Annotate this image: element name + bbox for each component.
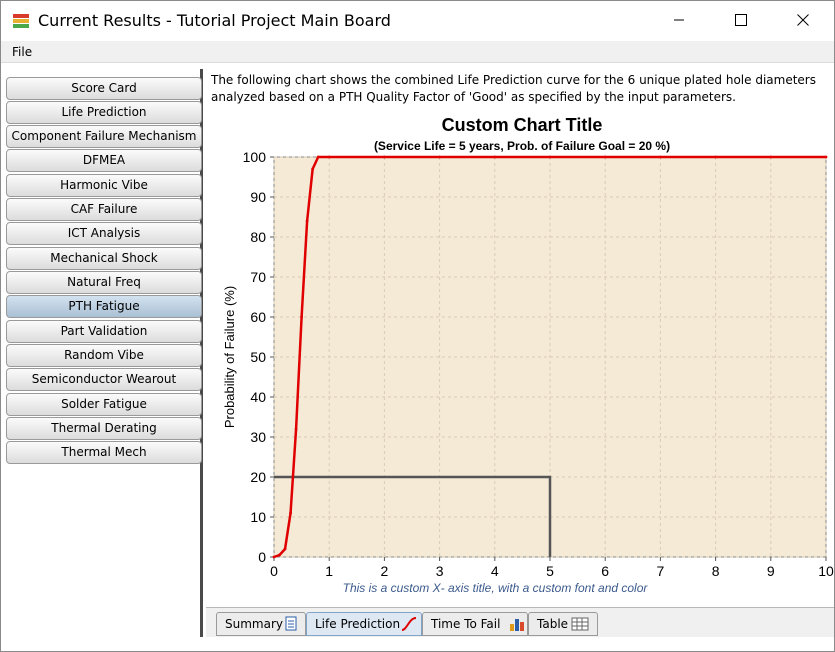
y-tick-label: 70: [250, 269, 266, 285]
sidebar-item-natural-freq[interactable]: Natural Freq: [6, 271, 202, 294]
table-grid-icon: [571, 616, 589, 639]
data-point: [294, 427, 298, 431]
x-tick-label: 7: [657, 563, 665, 579]
y-tick-label: 40: [250, 389, 266, 405]
y-tick-label: 20: [250, 469, 266, 485]
data-point: [289, 511, 292, 515]
sidebar-item-solder-fatigue[interactable]: Solder Fatigue: [6, 393, 202, 416]
tab-time-to-fail-label: Time To Fail: [431, 617, 501, 631]
menu-bar: File: [1, 41, 834, 63]
data-point: [316, 155, 320, 159]
y-tick-label: 60: [250, 309, 266, 325]
data-point: [438, 155, 441, 159]
data-point: [278, 553, 281, 557]
x-tick-label: 6: [601, 563, 609, 579]
sidebar-item-component-failure-mechanism[interactable]: Component Failure Mechanism: [6, 125, 202, 148]
app-icon: [13, 13, 29, 29]
y-tick-label: 10: [250, 509, 266, 525]
sidebar-item-thermal-mech[interactable]: Thermal Mech: [6, 441, 202, 464]
chart-title: Custom Chart Title: [442, 115, 603, 135]
data-point: [300, 315, 303, 319]
sidebar-item-ict-analysis[interactable]: ICT Analysis: [6, 222, 202, 245]
menu-file[interactable]: File: [12, 45, 32, 59]
sidebar-item-life-prediction[interactable]: Life Prediction: [6, 101, 202, 124]
window-title: Current Results - Tutorial Project Main …: [38, 11, 391, 30]
close-icon: [797, 13, 809, 29]
summary-document-icon: [283, 616, 299, 639]
data-point: [769, 155, 773, 159]
sidebar-item-random-vibe[interactable]: Random Vibe: [6, 344, 202, 367]
tab-summary[interactable]: Summary: [216, 612, 306, 636]
data-point: [311, 167, 315, 171]
life-prediction-chart: Custom Chart Title (Service Life = 5 yea…: [222, 115, 834, 595]
x-tick-label: 9: [767, 563, 775, 579]
data-point: [548, 155, 552, 159]
x-tick-label: 3: [436, 563, 444, 579]
x-tick-label: 8: [712, 563, 720, 579]
sidebar: Score Card Life Prediction Component Fai…: [1, 69, 203, 637]
results-window: Current Results - Tutorial Project Main …: [0, 0, 835, 652]
results-content: The following chart shows the combined L…: [206, 69, 834, 609]
data-point: [824, 155, 828, 159]
y-tick-label: 90: [250, 189, 266, 205]
x-axis-ticks: 0 1 2 3 4 5 6 7 8 9 10: [270, 557, 834, 579]
y-tick-label: 30: [250, 429, 266, 445]
sidebar-item-mechanical-shock[interactable]: Mechanical Shock: [6, 247, 202, 270]
title-bar[interactable]: Current Results - Tutorial Project Main …: [1, 1, 834, 41]
sidebar-item-semiconductor-wearout[interactable]: Semiconductor Wearout: [6, 368, 202, 391]
tab-life-prediction-label: Life Prediction: [315, 617, 401, 631]
maximize-icon: [735, 13, 747, 29]
x-tick-label: 2: [381, 563, 389, 579]
y-tick-label: 80: [250, 229, 266, 245]
chart-subtitle: (Service Life = 5 years, Prob. of Failur…: [374, 139, 670, 153]
sidebar-item-dfmea[interactable]: DFMEA: [6, 149, 202, 172]
sidebar-item-score-card[interactable]: Score Card: [6, 77, 202, 100]
x-tick-label: 5: [546, 563, 554, 579]
sidebar-item-part-validation[interactable]: Part Validation: [6, 320, 202, 343]
data-point: [383, 155, 386, 159]
y-tick-label: 50: [250, 349, 266, 365]
x-tick-label: 1: [325, 563, 333, 579]
curve-icon: [401, 616, 417, 639]
data-point: [659, 155, 662, 159]
maximize-button[interactable]: [718, 1, 764, 41]
data-point: [305, 219, 309, 223]
data-point: [714, 155, 717, 159]
sidebar-item-thermal-derating[interactable]: Thermal Derating: [6, 417, 202, 440]
data-point: [283, 547, 287, 551]
tab-table[interactable]: Table: [528, 612, 598, 636]
data-point: [327, 155, 331, 159]
tab-life-prediction[interactable]: Life Prediction: [306, 612, 422, 636]
tab-summary-label: Summary: [225, 617, 283, 631]
data-point: [603, 155, 607, 159]
x-tick-label: 4: [491, 563, 499, 579]
bottom-tab-bar: Summary Life Prediction Time To Fail Tab…: [206, 607, 834, 637]
data-point: [493, 155, 497, 159]
close-button[interactable]: [780, 1, 826, 41]
sidebar-item-harmonic-vibe[interactable]: Harmonic Vibe: [6, 174, 202, 197]
y-axis-label: Probability of Failure (%): [222, 286, 237, 428]
tab-time-to-fail[interactable]: Time To Fail: [422, 612, 528, 636]
y-tick-label: 100: [243, 149, 267, 165]
sidebar-item-pth-fatigue[interactable]: PTH Fatigue: [6, 295, 202, 318]
tab-table-label: Table: [537, 617, 569, 631]
bar-chart-icon: [509, 616, 525, 639]
x-axis-label: This is a custom X- axis title, with a c…: [343, 581, 649, 595]
x-tick-label: 0: [270, 563, 278, 579]
sidebar-item-caf-failure[interactable]: CAF Failure: [6, 198, 202, 221]
minimize-icon: [673, 14, 685, 29]
y-tick-label: 0: [258, 549, 266, 565]
data-point: [272, 555, 276, 559]
y-axis-ticks: 0 10 20 30 40 50 60 70 80 90 100: [243, 149, 274, 565]
minimize-button[interactable]: [656, 1, 702, 41]
x-tick-label: 10: [818, 563, 834, 579]
